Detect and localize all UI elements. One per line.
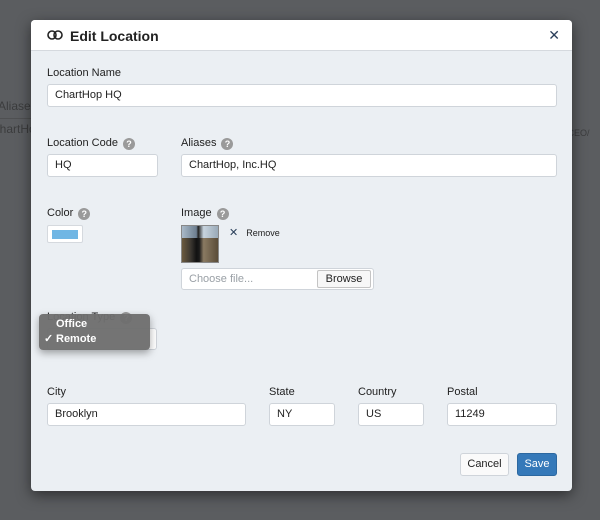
browse-button[interactable]: Browse — [317, 270, 371, 288]
location-name-input[interactable]: ChartHop HQ — [47, 84, 557, 107]
help-icon[interactable]: ? — [78, 208, 91, 220]
aliases-label-text: Aliases — [181, 137, 217, 149]
chart-hop-logo-icon — [47, 30, 63, 40]
state-label: State — [269, 386, 295, 398]
file-placeholder: Choose file... — [189, 273, 254, 285]
location-type-dropdown: Office ✓ Remote — [39, 314, 150, 350]
image-label: Image? — [181, 207, 229, 220]
option-remote[interactable]: ✓ Remote — [39, 332, 150, 347]
postal-label: Postal — [447, 386, 478, 398]
country-label: Country — [358, 386, 397, 398]
city-input[interactable]: Brooklyn — [47, 403, 246, 426]
aliases-label: Aliases? — [181, 137, 234, 150]
image-label-text: Image — [181, 207, 212, 219]
modal-title: Edit Location — [70, 28, 159, 44]
remove-label: Remove — [246, 228, 280, 238]
color-swatch — [52, 230, 78, 239]
checkmark-icon: ✓ — [44, 333, 54, 345]
modal-header: Edit Location ✕ — [31, 20, 572, 51]
help-icon[interactable]: ? — [216, 208, 229, 220]
state-input[interactable]: NY — [269, 403, 335, 426]
file-input[interactable]: Choose file... Browse — [181, 268, 374, 290]
remove-image-button[interactable]: ✕ Remove — [229, 226, 280, 239]
cancel-button[interactable]: Cancel — [460, 453, 509, 476]
postal-input[interactable]: 11249 — [447, 403, 557, 426]
help-icon[interactable]: ? — [221, 138, 234, 150]
edit-location-modal: Edit Location ✕ Location Name ChartHop H… — [31, 20, 572, 491]
city-label: City — [47, 386, 66, 398]
location-name-label: Location Name — [47, 67, 121, 79]
aliases-input[interactable]: ChartHop, Inc.HQ — [181, 154, 557, 177]
help-icon[interactable]: ? — [122, 138, 135, 150]
option-office[interactable]: Office — [39, 317, 150, 332]
location-code-label-text: Location Code — [47, 137, 118, 149]
option-label: Office — [56, 318, 88, 330]
color-label: Color? — [47, 207, 91, 220]
color-picker[interactable] — [47, 225, 83, 243]
country-input[interactable]: US — [358, 403, 424, 426]
image-thumbnail — [181, 225, 219, 263]
save-button[interactable]: Save — [517, 453, 557, 476]
color-label-text: Color — [47, 207, 74, 219]
close-icon: ✕ — [229, 227, 239, 239]
close-icon[interactable]: ✕ — [548, 27, 560, 44]
option-label: Remote — [56, 333, 97, 345]
location-code-label: Location Code? — [47, 137, 135, 150]
location-code-input[interactable]: HQ — [47, 154, 158, 177]
